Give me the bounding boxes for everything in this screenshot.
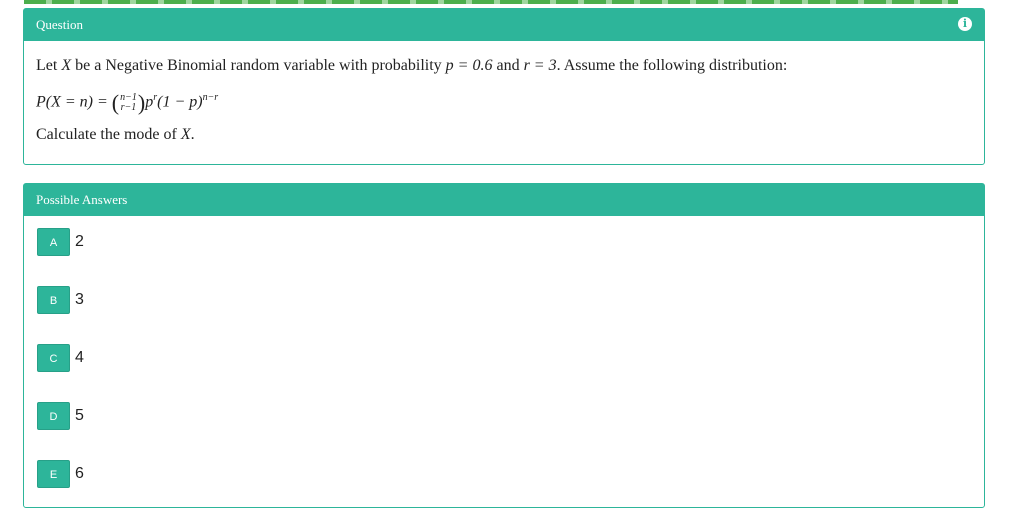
statement-middle: be a Negative Binomial random variable w…	[75, 57, 442, 74]
binom-bottom: r−1	[120, 101, 137, 113]
answer-button-c[interactable]: C	[37, 344, 70, 372]
statement-end: . Assume the following distribution:	[556, 57, 788, 74]
statement-intro: Let	[36, 57, 58, 74]
question-body: Let X be a Negative Binomial random vari…	[24, 41, 984, 146]
progress-strip	[24, 0, 958, 4]
answer-text-d[interactable]: 5	[75, 407, 84, 425]
answer-button-a[interactable]: A	[37, 228, 70, 256]
info-icon[interactable]: i	[958, 17, 972, 31]
answer-button-e[interactable]: E	[37, 460, 70, 488]
answer-text-b[interactable]: 3	[75, 291, 84, 309]
question-header: Question i	[24, 9, 984, 41]
answers-header: Possible Answers	[24, 184, 984, 216]
answer-option-d[interactable]: D 5	[37, 402, 984, 430]
binomial-coefficient: ( n−1 r−1 )	[111, 89, 146, 115]
formula-p: p	[145, 93, 154, 111]
answers-panel: Possible Answers A 2 B 3 C 4 D 5 E 6	[23, 183, 985, 508]
answer-option-a[interactable]: A 2	[37, 228, 984, 256]
formula-lhs: P(X = n) =	[36, 93, 108, 111]
answers-list: A 2 B 3 C 4 D 5 E 6	[24, 216, 984, 488]
answer-option-b[interactable]: B 3	[37, 286, 984, 314]
instruction-prefix: Calculate the mode of	[36, 125, 177, 143]
answer-option-e[interactable]: E 6	[37, 460, 984, 488]
question-panel: Question i Let X be a Negative Binomial …	[23, 8, 985, 165]
p-expression: p = 0.6	[445, 57, 493, 74]
r-expression: r = 3	[523, 57, 557, 74]
question-title: Question	[36, 17, 83, 32]
instruction-variable: X	[180, 125, 191, 143]
instruction-suffix: .	[190, 125, 195, 143]
answer-text-a[interactable]: 2	[75, 233, 84, 251]
answer-text-e[interactable]: 6	[75, 465, 84, 483]
formula-rest-exponent: n−r	[202, 92, 219, 103]
answer-option-c[interactable]: C 4	[37, 344, 984, 372]
distribution-formula: P(X = n) = ( n−1 r−1 ) pr(1 − p)n−r	[36, 87, 972, 114]
question-statement: Let X be a Negative Binomial random vari…	[36, 55, 972, 77]
variable-x: X	[61, 57, 72, 74]
answers-title: Possible Answers	[36, 192, 128, 207]
formula-rest: (1 − p)	[157, 93, 203, 111]
answer-button-d[interactable]: D	[37, 402, 70, 430]
answer-button-b[interactable]: B	[37, 286, 70, 314]
answer-text-c[interactable]: 4	[75, 349, 84, 367]
question-instruction: Calculate the mode of X.	[36, 124, 972, 146]
statement-and: and	[496, 57, 520, 74]
